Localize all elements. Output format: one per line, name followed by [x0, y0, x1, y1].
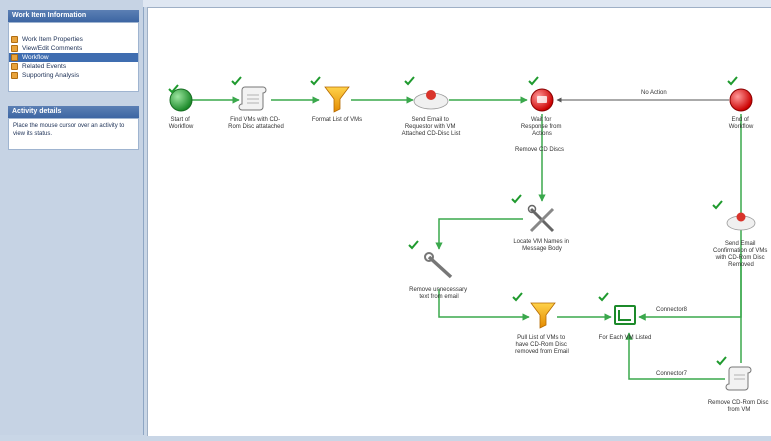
svg-text:Start of Workflow: Start of Workflow [169, 117, 194, 130]
svg-text:Remove CD-Rom Disc from: Remove CD-Rom Disc from VM [708, 400, 770, 413]
document-icon [11, 45, 18, 52]
node-remove-cd-rom-disc[interactable]: Remove CD-Rom Disc from VM [708, 356, 770, 413]
node-end-of-workflow[interactable]: End of Workflow [727, 76, 754, 130]
document-icon [11, 63, 18, 70]
node-send-email[interactable]: Send Email to Requestor with VM Attached… [402, 76, 461, 137]
connector-locate-to-remove-text[interactable] [435, 218, 523, 250]
workflow-connectors [191, 96, 742, 380]
scroll-icon [238, 86, 267, 111]
nav-item-work-item-properties[interactable]: Work Item Properties [9, 35, 138, 44]
check-icon [404, 76, 415, 86]
check-icon [512, 292, 523, 302]
document-icon [11, 36, 18, 43]
nav-item-label: Workflow [22, 54, 49, 61]
connector-label-no-action: No Action [641, 90, 667, 96]
node-wait-for-response[interactable]: Wait for Response from Actions [521, 76, 563, 137]
node-start-of-workflow[interactable]: Start of Workflow [168, 84, 194, 130]
email-at-icon [736, 212, 746, 222]
canvas-top-band [143, 0, 771, 7]
check-icon [511, 194, 522, 204]
node-locate-vm-names[interactable]: Locate VM Names in Message Body [511, 194, 571, 252]
connector8-line[interactable] [638, 114, 742, 321]
funnel-icon [530, 302, 556, 329]
work-item-information-header: Work Item Information [8, 10, 139, 22]
connector-label-remove-cd-discs: Remove CD Discs [515, 147, 564, 153]
check-icon [716, 356, 727, 366]
activity-details-header: Activity details [8, 106, 139, 118]
nav-item-label: Related Events [22, 63, 67, 70]
svg-text:Find VMs with CD- Rom Di: Find VMs with CD- Rom Disc attatached [228, 117, 284, 130]
connector-label-connector8: Connector8 [656, 307, 688, 313]
start-circle-icon [169, 88, 193, 112]
sidebar: Work Item Information Work Item Properti… [0, 0, 144, 435]
nav-item-workflow[interactable]: Workflow [9, 53, 138, 62]
work-item-nav: Work Item Properties View/Edit Comments … [8, 22, 139, 92]
activity-details-text: Place the mouse cursor over an activity … [13, 123, 125, 137]
activity-details-box: Place the mouse cursor over an activity … [8, 118, 139, 150]
document-icon [11, 54, 18, 61]
check-icon [231, 76, 242, 86]
svg-text:For Each VM Listed: For Each VM Listed [599, 335, 652, 341]
check-icon [712, 200, 723, 210]
svg-text:Format List of VMs: Format List of VMs [312, 117, 362, 123]
svg-text:Remove unnecessary text: Remove unnecessary text from email [409, 287, 469, 300]
svg-text:Send Email to Requestor: Send Email to Requestor with VM Attached… [402, 117, 461, 137]
svg-text:Wait for Response from: Wait for Response from Actions [521, 117, 563, 137]
nav-item-label: Work Item Properties [22, 36, 83, 43]
svg-text:Locate VM Names in Messa: Locate VM Names in Message Body [513, 239, 570, 252]
connector-label-connector7: Connector7 [656, 371, 688, 377]
check-icon [528, 76, 539, 86]
nav-item-view-edit-comments[interactable]: View/Edit Comments [9, 44, 138, 53]
svg-text:End of Workflow: End of Workflow [729, 117, 754, 130]
node-remove-unnecessary-text[interactable]: Remove unnecessary text from email [408, 240, 469, 300]
funnel-icon [324, 86, 350, 113]
node-pull-list[interactable]: Pull List of VMs to have CD-Rom Disc rem… [512, 292, 569, 355]
svg-text:Send Email Confirmation: Send Email Confirmation of VMs with CD-R… [713, 241, 769, 268]
nav-item-supporting-analysis[interactable]: Supporting Analysis [9, 71, 138, 80]
email-at-icon [426, 90, 436, 100]
end-circle-icon [729, 88, 753, 112]
svg-text:Pull List of VMs to have: Pull List of VMs to have CD-Rom Disc rem… [515, 335, 569, 355]
check-icon [408, 240, 419, 250]
scroll-icon [725, 366, 752, 391]
check-icon [310, 76, 321, 86]
node-find-vms[interactable]: Find VMs with CD- Rom Disc attatached [228, 76, 284, 130]
nav-item-label: View/Edit Comments [22, 45, 83, 52]
check-icon [598, 292, 609, 302]
nav-item-label: Supporting Analysis [22, 72, 80, 79]
document-icon [11, 72, 18, 79]
check-icon [727, 76, 738, 86]
workflow-canvas: No Action Remove CD Discs Connector8 Con… [147, 7, 771, 436]
nav-item-related-events[interactable]: Related Events [9, 62, 138, 71]
